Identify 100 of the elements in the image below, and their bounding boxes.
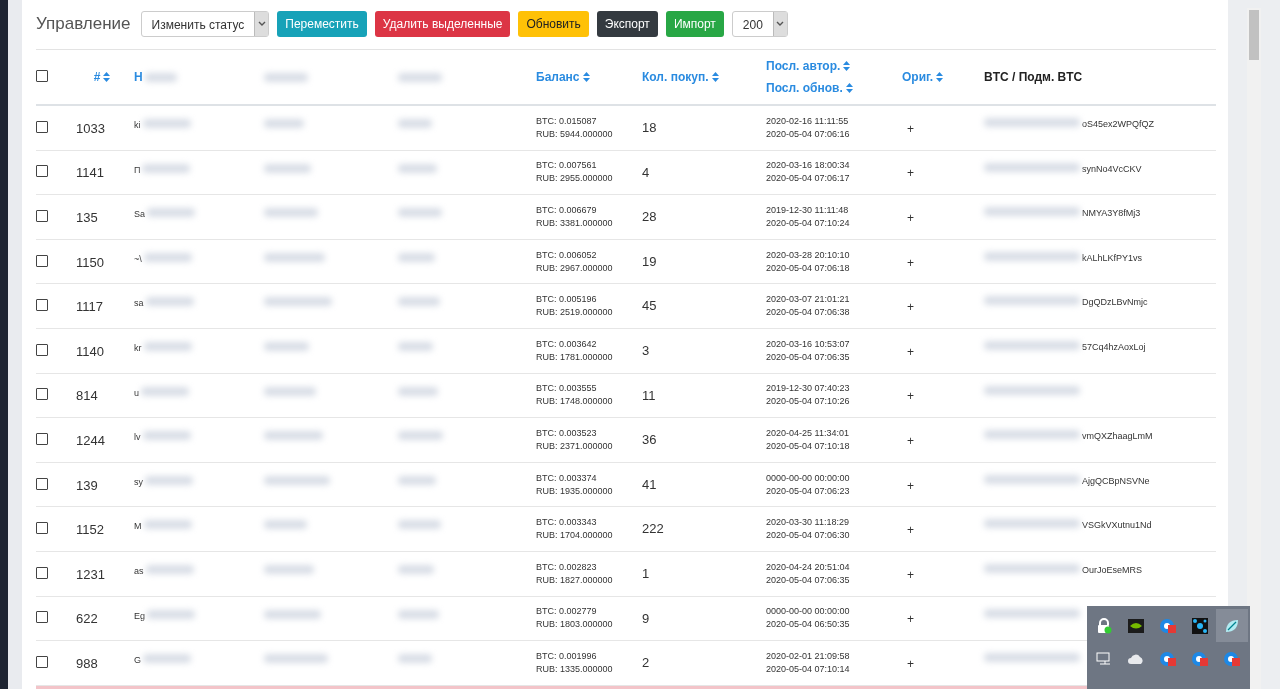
redacted-text <box>142 119 191 128</box>
toolbar-button[interactable]: Удалить выделенные <box>374 11 511 37</box>
redacted-text <box>144 72 177 82</box>
page-title: Управление <box>36 13 131 36</box>
table-cell-text: BTC: 0.002823 RUB: 1827.000000 <box>536 560 614 587</box>
table-cell: VSGkVXutnu1Nd <box>1082 519 1152 533</box>
toolbar-button[interactable]: Обновить <box>518 11 589 37</box>
redacted-text <box>264 609 321 619</box>
column-header[interactable]: # <box>93 68 111 86</box>
table-cell-text: sy <box>134 475 143 489</box>
redacted-text <box>143 520 192 530</box>
column-header[interactable]: Посл. обнов. <box>766 79 853 97</box>
row-checkbox[interactable] <box>36 388 48 401</box>
redacted-text <box>264 297 332 307</box>
table-cell-text: 0000-00-00 00:00:00 2020-05-04 06:50:35 <box>766 605 851 632</box>
table-cell-text: 2020-02-16 11:11:55 2020-05-04 07:06:16 <box>766 114 851 141</box>
table-cell: NMYA3Y8fMj3 <box>1082 207 1141 221</box>
redacted-text <box>398 520 441 530</box>
table-cell-text: 222 <box>642 520 665 539</box>
table-cell-text: 41 <box>642 475 658 494</box>
table-cell-text: BTC: 0.001996 RUB: 1335.000000 <box>536 649 614 676</box>
table-cell-text: BTC: 0.015087 RUB: 5944.000000 <box>536 114 614 141</box>
toolbar-button[interactable]: Экспорт <box>596 11 658 37</box>
redacted-text <box>141 386 189 396</box>
table-cell-text: 45 <box>642 297 658 316</box>
row-checkbox[interactable] <box>36 566 48 579</box>
redacted-text <box>398 386 438 396</box>
table-cell-text: 0000-00-00 00:00:00 2020-05-04 07:06:23 <box>766 471 851 498</box>
select-all-checkbox[interactable] <box>36 70 48 82</box>
table-cell-text: 28 <box>642 208 658 227</box>
row-checkbox[interactable] <box>36 120 48 133</box>
column-header[interactable]: Ориг. <box>902 68 944 86</box>
row-checkbox[interactable] <box>36 432 48 445</box>
column-header[interactable]: Посл. автор. <box>766 57 851 75</box>
row-checkbox[interactable] <box>36 254 48 267</box>
row-checkbox[interactable] <box>36 343 48 356</box>
status-select[interactable]: Изменить статус <box>140 11 270 37</box>
scrollbar[interactable] <box>1247 8 1261 689</box>
redacted-text <box>264 386 316 396</box>
redacted-text <box>264 72 308 82</box>
redacted-text <box>398 72 442 82</box>
toolbar-button[interactable]: Переместить <box>277 11 367 37</box>
table-cell-text: 2020-03-16 18:00:34 2020-05-04 07:06:17 <box>766 159 851 186</box>
table-cell-text: 2020-04-25 11:34:01 2020-05-04 07:10:18 <box>766 426 851 453</box>
table-cell: 622 <box>76 611 98 627</box>
redacted-text <box>147 609 195 619</box>
table-cell: 988 <box>76 655 98 671</box>
redacted-text <box>143 654 191 664</box>
table-cell-text: 2019-12-30 11:11:48 2020-05-04 07:10:24 <box>766 204 851 230</box>
column-header[interactable]: Кол. покуп. <box>642 68 719 86</box>
redacted-text <box>398 119 432 128</box>
table-cell-text: 2020-03-28 20:10:10 2020-05-04 07:06:18 <box>766 248 851 275</box>
table-cell-text: BTC: 0.003374 RUB: 1935.000000 <box>536 471 614 498</box>
table-cell-text: 19 <box>642 252 658 271</box>
table-cell-text: 2020-03-16 10:53:07 2020-05-04 07:06:35 <box>766 337 851 364</box>
redacted-text <box>398 475 436 485</box>
table-cell: + <box>907 255 914 270</box>
redacted-text <box>398 341 433 351</box>
table-cell-text: 2019-12-30 07:40:23 2020-05-04 07:10:26 <box>766 382 851 409</box>
redacted-text <box>264 252 325 262</box>
table-cell-text: 2020-03-07 21:01:21 2020-05-04 07:06:38 <box>766 293 851 320</box>
redacted-text <box>398 431 443 441</box>
table-cell-text: ~\ <box>134 252 142 266</box>
row-checkbox[interactable] <box>36 299 48 312</box>
table-cell-text: u <box>134 386 139 400</box>
row-checkbox[interactable] <box>36 611 48 624</box>
table-cell-text: AjgQCBpNSVNe <box>1082 474 1150 488</box>
column-header: BTC / Подм. BTC <box>984 69 1083 86</box>
table-cell-text: as <box>134 564 144 578</box>
table-cell-text: BTC: 0.003523 RUB: 2371.000000 <box>536 426 614 453</box>
column-header[interactable]: Н <box>134 68 143 86</box>
row-checkbox[interactable] <box>36 477 48 490</box>
redacted-text <box>145 297 194 307</box>
row-checkbox[interactable] <box>36 165 48 178</box>
redacted-text <box>264 431 323 441</box>
caret-icon <box>257 21 266 27</box>
table-cell: + <box>907 121 914 136</box>
redacted-text <box>145 564 194 574</box>
redacted-text <box>398 297 440 307</box>
row-checkbox[interactable] <box>36 522 48 535</box>
row-checkbox[interactable] <box>36 655 48 668</box>
page-size-select[interactable]: 200 <box>731 11 788 37</box>
table-cell: G <box>134 654 141 668</box>
table-cell: 135 <box>76 210 98 225</box>
row-checkbox[interactable] <box>36 210 48 222</box>
table-cell: + <box>907 567 914 582</box>
table-cell-text: kALhLKfPY1vs <box>1082 251 1143 265</box>
table-cell-text: 11 <box>642 386 657 405</box>
redacted-text <box>143 252 192 262</box>
toolbar-button[interactable]: Импорт <box>665 11 724 37</box>
table-cell-text: 9 <box>642 609 651 628</box>
table-cell-text: П <box>134 163 141 177</box>
table-cell: M <box>134 520 142 534</box>
table-cell: vmQXZhaagLmM <box>1082 430 1153 444</box>
table-cell-text: 2020-02-01 21:09:58 2020-05-04 07:10:14 <box>766 649 851 676</box>
table-cell: + <box>907 389 914 404</box>
column-header[interactable]: Баланс <box>536 68 590 86</box>
table-cell: Sa <box>134 208 145 222</box>
table-cell-text: BTC: 0.007561 RUB: 2955.000000 <box>536 159 614 186</box>
table-cell-text: ki <box>134 119 141 132</box>
